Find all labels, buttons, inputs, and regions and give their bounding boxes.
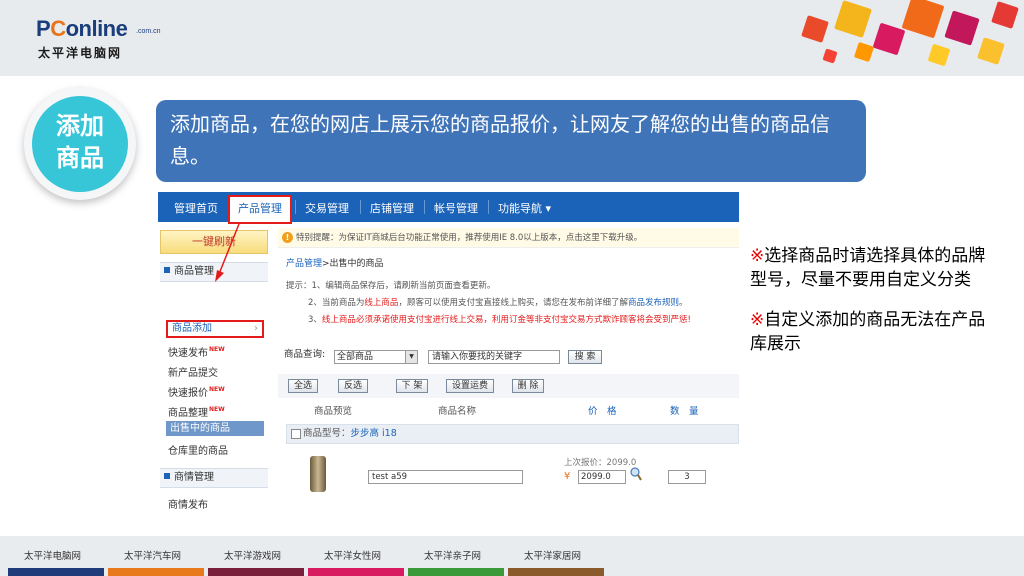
magnifier-icon[interactable] — [630, 466, 642, 482]
col-quantity[interactable]: 数 量 — [670, 403, 699, 417]
warning-text: 特别提醒：为保证IT商城后台功能正常使用，推荐使用IE 8.0以上版本，点击这里… — [296, 233, 643, 243]
nav-functions[interactable]: 功能导航 ▾ — [498, 200, 551, 216]
nav-separator — [424, 200, 425, 214]
footer-link-lady[interactable]: 太平洋女性网 — [324, 548, 381, 562]
nav-account[interactable]: 帐号管理 — [434, 200, 478, 216]
product-thumbnail[interactable] — [310, 456, 326, 492]
main-content: ! 特别提醒：为保证IT商城后台功能正常使用，推荐使用IE 8.0以上版本，点击这… — [278, 228, 739, 509]
warning-bar: ! 特别提醒：为保证IT商城后台功能正常使用，推荐使用IE 8.0以上版本，点击这… — [278, 228, 739, 248]
footer-link-games[interactable]: 太平洋游戏网 — [224, 548, 281, 562]
note-2: ※自定义添加的商品无法在产品库展示 — [750, 310, 986, 354]
footer-bar — [308, 568, 404, 576]
delist-button[interactable]: 下 架 — [396, 379, 428, 393]
warning-icon: ! — [282, 232, 293, 243]
footer-bar — [408, 568, 504, 576]
footer-bar — [208, 568, 304, 576]
sidebar-item-on-sale[interactable]: 出售中的商品 — [166, 421, 264, 436]
delete-button[interactable]: 删 除 — [512, 379, 544, 393]
currency-symbol: ¥ — [564, 471, 571, 482]
footer-link-home[interactable]: 太平洋家居网 — [524, 548, 581, 562]
col-price[interactable]: 价 格 — [588, 403, 617, 417]
notes: ※选择商品时请选择具体的品牌型号，尽量不要用自定义分类 ※自定义添加的商品无法在… — [750, 244, 1000, 372]
note-1: ※选择商品时请选择具体的品牌型号，尽量不要用自定义分类 — [750, 246, 986, 290]
set-shipping-button[interactable]: 设置运费 — [446, 379, 494, 393]
footer-bar — [508, 568, 604, 576]
category-select[interactable]: 全部商品 ▼ — [334, 350, 418, 364]
column-headers: 商品预览 商品名称 价 格 数 量 — [278, 400, 739, 418]
collapse-icon — [164, 473, 170, 479]
footer-link-auto[interactable]: 太平洋汽车网 — [124, 548, 181, 562]
quantity-field[interactable]: 3 — [668, 470, 706, 484]
nav-separator — [360, 200, 361, 214]
invert-select-button[interactable]: 反选 — [338, 379, 368, 393]
logo-subtitle: 太平洋电脑网 — [38, 46, 123, 60]
footer-link-pconline[interactable]: 太平洋电脑网 — [24, 548, 81, 562]
nav-shop[interactable]: 店铺管理 — [370, 200, 414, 216]
sidebar-item-quick-publish[interactable]: 快速发布NEW — [168, 344, 225, 359]
search-label: 商品查询: — [284, 349, 326, 360]
sidebar-group-business[interactable]: 商情管理 — [160, 468, 268, 488]
col-preview: 商品预览 — [314, 406, 353, 417]
footer-bar — [8, 568, 104, 576]
logo-domain: .com.cn — [136, 28, 161, 35]
nav-separator — [295, 200, 296, 214]
pconline-logo[interactable]: PConline .com.cn 太平洋电脑网 — [36, 14, 161, 64]
action-toolbar: 全选 反选 下 架 设置运费 删 除 — [278, 374, 739, 398]
sidebar-item-add-product[interactable]: 商品添加 › — [166, 320, 264, 338]
chevron-right-icon: › — [254, 323, 258, 334]
nav-product-management[interactable]: 产品管理 — [228, 195, 292, 224]
tip-3: 3、线上商品必须承诺使用支付宝进行线上交易，利用订金等非支付宝交易方式欺诈顾客将… — [308, 315, 691, 325]
price-field[interactable]: 2099.0 — [578, 470, 626, 484]
collapse-icon — [164, 267, 170, 273]
badge-line-2: 商品 — [56, 144, 104, 172]
section-badge: 添加 商品 — [32, 96, 128, 192]
col-name: 商品名称 — [438, 406, 477, 417]
slide-title: 添加商品，在您的网店上展示您的商品报价，让网友了解您的出售的商品信息。 — [156, 100, 866, 182]
model-link[interactable]: 步步高 i18 — [351, 428, 397, 439]
new-badge: NEW — [209, 406, 225, 413]
product-group-row: 商品型号：步步高 i18 — [286, 424, 739, 444]
sidebar-item-new-product[interactable]: 新产品提交 — [168, 364, 218, 379]
admin-screenshot: 管理首页 交易管理 店铺管理 帐号管理 功能导航 ▾ 产品管理 一键刷新 商品管… — [158, 192, 739, 509]
tips: 提示：1、编辑商品保存后，请刷新当前页面查看更新。 2、当前商品为线上商品，顾客… — [286, 278, 691, 329]
product-name-field[interactable]: test a59 — [368, 470, 523, 484]
new-badge: NEW — [209, 346, 225, 353]
footer-bar — [108, 568, 204, 576]
nav-trade[interactable]: 交易管理 — [305, 200, 349, 216]
logo-wordmark: PConline — [36, 16, 128, 41]
last-price: 上次报价：2099.0 — [564, 458, 637, 468]
select-all-button[interactable]: 全选 — [288, 379, 318, 393]
sidebar-item-organize[interactable]: 商品整理NEW — [168, 404, 225, 419]
tip-1: 提示：1、编辑商品保存后，请刷新当前页面查看更新。 — [286, 281, 496, 291]
search-button[interactable]: 搜 索 — [568, 350, 602, 364]
dropdown-arrow-icon: ▼ — [405, 351, 417, 363]
breadcrumb-link[interactable]: 产品管理 — [286, 259, 322, 269]
sidebar-item-business-publish[interactable]: 商情发布 — [168, 496, 208, 509]
sidebar-item-warehouse[interactable]: 仓库里的商品 — [168, 442, 228, 457]
rules-link[interactable]: 商品发布规则 — [628, 298, 679, 308]
nav-separator — [488, 200, 489, 214]
header: PConline .com.cn 太平洋电脑网 — [0, 0, 1024, 76]
row-checkbox[interactable] — [291, 429, 301, 439]
badge-line-1: 添加 — [56, 112, 104, 140]
footer-link-baby[interactable]: 太平洋亲子网 — [424, 548, 481, 562]
annotation-arrow — [215, 223, 240, 282]
search-input[interactable]: 请输入你要找的关键字 — [428, 350, 560, 364]
decorative-cubes — [764, 0, 1024, 76]
nav-home[interactable]: 管理首页 — [174, 200, 218, 216]
sidebar-item-quick-quote[interactable]: 快速报价NEW — [168, 384, 225, 399]
breadcrumb: 产品管理>出售中的商品 — [286, 259, 384, 269]
slide: PConline .com.cn 太平洋电脑网 添加 商品 添加商品，在您的网店… — [0, 0, 1024, 576]
new-badge: NEW — [209, 386, 225, 393]
tip-2: 2、当前商品为线上商品，顾客可以使用支付宝直接线上购买，请您在发布前详细了解商品… — [308, 298, 688, 308]
